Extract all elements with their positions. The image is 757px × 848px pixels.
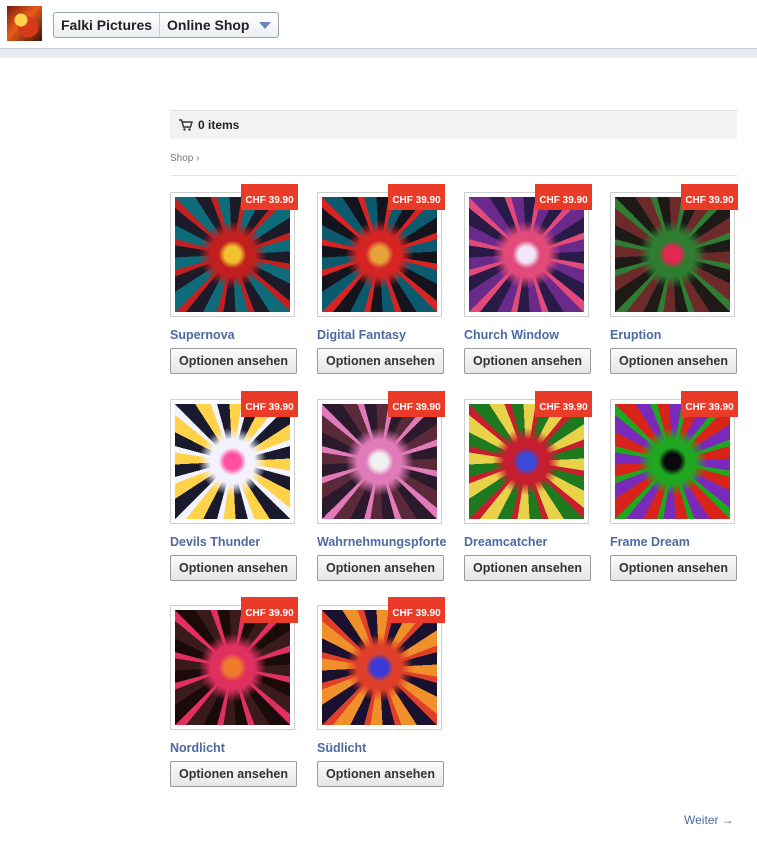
product-image[interactable] (322, 197, 437, 312)
next-page-link[interactable]: Weiter → (684, 813, 734, 827)
product-image[interactable] (175, 404, 290, 519)
product-thumbnail[interactable] (464, 399, 589, 524)
product-thumbnail[interactable] (610, 192, 735, 317)
product-thumbnail[interactable] (464, 192, 589, 317)
section-dropdown[interactable]: Online Shop (159, 13, 277, 37)
product-thumbnail[interactable] (317, 192, 442, 317)
price-badge: CHF 39.90 (535, 391, 592, 417)
product-image[interactable] (322, 610, 437, 725)
cart-bar[interactable]: 0 items (170, 110, 737, 139)
view-options-button[interactable]: Optionen ansehen (464, 348, 591, 374)
price-badge: CHF 39.90 (681, 184, 738, 210)
product-thumbnail[interactable] (317, 399, 442, 524)
view-options-button[interactable]: Optionen ansehen (610, 348, 737, 374)
page-switcher[interactable]: Falki Pictures Online Shop (53, 12, 279, 38)
product-image[interactable] (175, 610, 290, 725)
product-image[interactable] (469, 404, 584, 519)
price-badge: CHF 39.90 (535, 184, 592, 210)
product-name-link[interactable]: Digital Fantasy (317, 328, 406, 342)
product-name-link[interactable]: Südlicht (317, 741, 366, 755)
product-name-link[interactable]: Supernova (170, 328, 235, 342)
product-thumbnail[interactable] (170, 399, 295, 524)
product-thumbnail[interactable] (170, 192, 295, 317)
price-badge: CHF 39.90 (388, 597, 445, 623)
product-thumbnail[interactable] (317, 605, 442, 730)
view-options-button[interactable]: Optionen ansehen (317, 761, 444, 787)
price-badge: CHF 39.90 (388, 184, 445, 210)
price-badge: CHF 39.90 (241, 184, 298, 210)
product-image[interactable] (175, 197, 290, 312)
breadcrumb[interactable]: Shop › (170, 153, 737, 176)
product-name-link[interactable]: Frame Dream (610, 535, 690, 549)
price-badge: CHF 39.90 (241, 391, 298, 417)
product-thumbnail[interactable] (610, 399, 735, 524)
product-name-link[interactable]: Nordlicht (170, 741, 225, 755)
cart-icon (179, 119, 193, 131)
view-options-button[interactable]: Optionen ansehen (317, 555, 444, 581)
page-name[interactable]: Falki Pictures (54, 13, 159, 37)
product-image[interactable] (322, 404, 437, 519)
view-options-button[interactable]: Optionen ansehen (170, 555, 297, 581)
view-options-button[interactable]: Optionen ansehen (317, 348, 444, 374)
product-name-link[interactable]: Wahrnehmungspforte (317, 535, 446, 549)
product-image[interactable] (615, 197, 730, 312)
chevron-down-icon (258, 21, 271, 29)
product-name-link[interactable]: Eruption (610, 328, 661, 342)
view-options-button[interactable]: Optionen ansehen (610, 555, 737, 581)
view-options-button[interactable]: Optionen ansehen (170, 348, 297, 374)
product-name-link[interactable]: Dreamcatcher (464, 535, 547, 549)
product-image[interactable] (469, 197, 584, 312)
price-badge: CHF 39.90 (681, 391, 738, 417)
price-badge: CHF 39.90 (241, 597, 298, 623)
product-image[interactable] (615, 404, 730, 519)
view-options-button[interactable]: Optionen ansehen (464, 555, 591, 581)
view-options-button[interactable]: Optionen ansehen (170, 761, 297, 787)
top-header: Falki Pictures Online Shop (0, 0, 757, 48)
cart-count: 0 items (198, 118, 240, 132)
section-label: Online Shop (167, 17, 250, 33)
page-avatar[interactable] (7, 6, 42, 41)
breadcrumb-shop[interactable]: Shop › (170, 153, 199, 164)
header-divider (0, 48, 757, 58)
product-thumbnail[interactable] (170, 605, 295, 730)
product-name-link[interactable]: Church Window (464, 328, 559, 342)
product-name-link[interactable]: Devils Thunder (170, 535, 260, 549)
price-badge: CHF 39.90 (388, 391, 445, 417)
